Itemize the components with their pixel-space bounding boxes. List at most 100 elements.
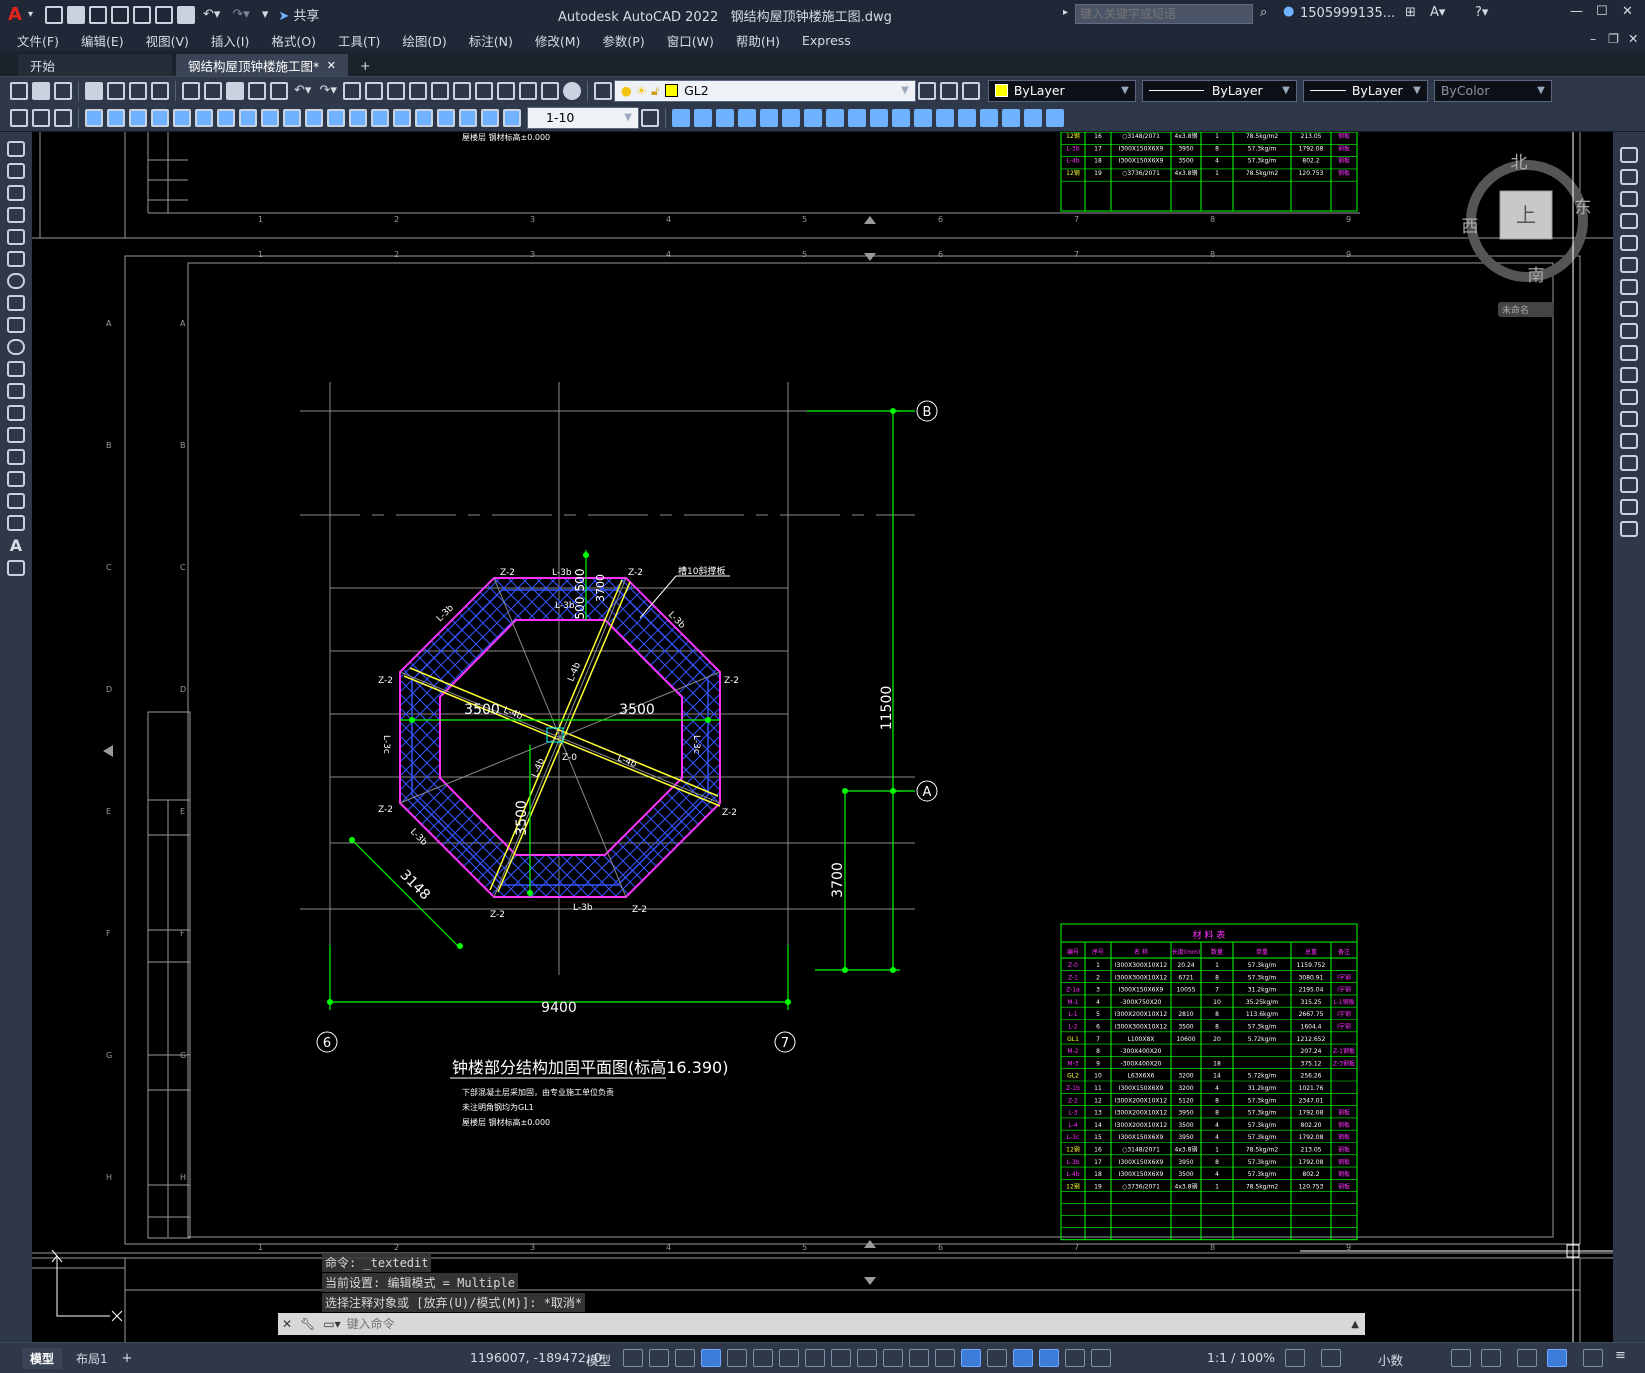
break-side-icon[interactable] [1620,411,1638,427]
menu-express[interactable]: Express [802,33,851,48]
dim-angular-icon[interactable] [239,108,257,127]
spline-icon[interactable] [7,317,25,333]
dim-continue-icon[interactable] [305,108,323,127]
tab-start[interactable]: 开始 [18,54,172,76]
line-icon[interactable] [7,141,25,157]
move-icon[interactable] [672,108,690,127]
command-close-icon[interactable]: ✕ [282,1317,292,1331]
layer-properties-icon[interactable] [593,81,612,100]
minimize-button[interactable]: — [1570,4,1583,19]
drawing-title[interactable]: 钟楼部分结构加固平面图(标高16.390) [452,1058,728,1077]
dynamic-ucs-icon[interactable] [961,1349,981,1367]
grid-toggle-icon[interactable] [623,1349,643,1367]
member-label[interactable]: Z-2 [628,568,643,578]
publish-icon[interactable] [129,81,147,100]
viewcube-top[interactable]: 上 [1516,203,1536,227]
clean-screen-icon[interactable] [1583,1349,1603,1367]
search-icon[interactable]: ⌕ [1260,5,1267,20]
auto-scale-icon[interactable] [1065,1349,1085,1367]
quickcalc-icon[interactable] [540,81,559,100]
annotation-scale-icon[interactable] [1091,1349,1111,1367]
member-label[interactable]: Z-2 [724,676,739,686]
transparency-toggle-icon[interactable] [883,1349,903,1367]
layer-state-icon[interactable] [961,81,980,100]
member-label[interactable]: Z-2 [632,905,647,915]
model-space-toggle[interactable]: 模型 [586,1350,611,1369]
dim-radius-icon[interactable] [173,108,191,127]
stretch-icon[interactable] [716,108,734,127]
units-value[interactable]: 小数 [1378,1350,1403,1369]
menu-parametric[interactable]: 参数(P) [602,31,644,50]
cut-icon[interactable] [182,81,200,100]
construction-line-icon[interactable] [7,163,25,179]
infer-constraints-icon[interactable] [675,1349,695,1367]
chevron-down-icon[interactable]: ▼ [901,85,909,96]
customize-qat-icon[interactable]: ▾ [262,7,269,22]
fillet-icon[interactable] [848,108,866,127]
paste-icon[interactable] [226,81,244,100]
dim-diameter-icon[interactable] [217,108,235,127]
member-label[interactable]: Z-2 [722,808,737,818]
hatch-icon[interactable] [7,449,25,465]
doc-close-icon[interactable]: ✕ [1628,31,1638,46]
make-block-icon[interactable] [7,405,25,421]
coordinates-readout[interactable]: 1196007, -189472, 0 [470,1350,602,1365]
user-icon[interactable]: ● [1283,4,1294,19]
help-icon[interactable]: ?▾ [1475,5,1488,20]
copy-icon[interactable] [204,81,222,100]
layer-previous-icon[interactable] [939,81,958,100]
extend-icon[interactable] [826,108,844,127]
dim-3500-right[interactable]: 3500 [619,702,655,718]
layer-lock-icon[interactable]: 🔓︎ [651,83,659,99]
dim-3500-left[interactable]: 3500 [464,702,500,718]
dim-break-icon[interactable] [349,108,367,127]
object-snap-icon[interactable] [831,1349,851,1367]
blend-icon[interactable] [1046,108,1064,127]
print-icon[interactable] [85,81,103,100]
mirror-side-icon[interactable] [1620,191,1638,207]
chamfer-side-icon[interactable] [1620,455,1638,471]
selection-cycling-icon[interactable] [909,1349,929,1367]
annotation-monitor-icon[interactable] [1321,1349,1341,1367]
dim-ordinate-icon[interactable] [151,108,169,127]
member-label[interactable]: Z-2 [490,910,505,920]
gradient-icon[interactable] [7,471,25,487]
dim-500b[interactable]: 500 [573,597,587,620]
qnew-icon[interactable] [10,81,28,100]
tolerance-icon[interactable] [371,108,389,127]
redo-tb-icon[interactable]: ↷▾ [319,83,336,98]
plot-preview-icon[interactable] [107,81,125,100]
recent-commands-icon[interactable]: ▭▾ [323,1317,340,1331]
save-web-icon[interactable] [154,5,173,24]
note-line[interactable]: 下部混凝土层采加固，由专业施工单位负责 [462,1087,614,1097]
markup-icon[interactable] [518,81,537,100]
break-point-icon[interactable] [1620,389,1638,405]
ortho-toggle-icon[interactable] [727,1349,747,1367]
layer-walk-icon[interactable] [32,108,50,127]
search-expand-icon[interactable]: ▸ [1063,7,1068,18]
design-center-icon[interactable] [452,81,471,100]
command-input[interactable] [344,1314,1346,1334]
join-icon[interactable] [980,108,998,127]
quick-properties-icon[interactable] [1451,1349,1471,1367]
dynamic-input-icon[interactable] [701,1349,721,1367]
member-label[interactable]: L-3b [552,568,572,578]
object-snap-tracking-icon[interactable] [805,1349,825,1367]
explode-side-icon[interactable] [1620,521,1638,537]
menu-dimension[interactable]: 标注(N) [469,31,513,50]
member-label[interactable]: Z-2 [500,568,515,578]
new-tab-button[interactable]: + [348,54,382,76]
member-label[interactable]: L-3b [573,903,593,913]
properties-icon[interactable] [430,81,449,100]
dim-baseline-icon[interactable] [283,108,301,127]
cart-icon[interactable]: ⊞ [1405,5,1416,20]
quick-dim-icon[interactable] [261,108,279,127]
dim-side-3700[interactable]: 3700 [594,574,607,602]
polar-tracking-icon[interactable] [753,1349,773,1367]
rotate-icon[interactable] [738,108,756,127]
undo-icon[interactable]: ↶▾ [203,7,220,22]
annotation-scale-value[interactable]: 1:1 / 100% [1207,1350,1275,1365]
fillet-side-icon[interactable] [1620,477,1638,493]
jogged-linear-icon[interactable] [437,108,455,127]
viewcube-west[interactable]: 西 [1462,217,1479,237]
